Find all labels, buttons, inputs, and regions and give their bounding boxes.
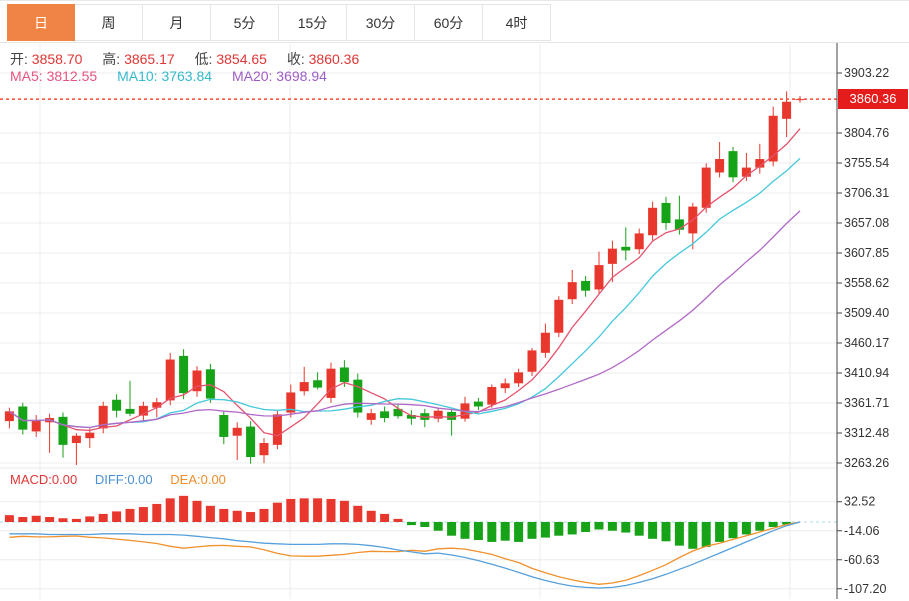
svg-text:3903.22: 3903.22 [844,66,889,80]
macd-label: MACD: [10,472,52,487]
dea-value: 0.00 [201,472,226,487]
ma-readout: MA5: 3812.55 MA10: 3763.84 MA20: 3698.94 [10,68,327,84]
svg-text:-107.20: -107.20 [844,582,886,596]
tab-timeframe-5[interactable]: 30分 [347,4,415,41]
svg-text:3263.26: 3263.26 [844,456,889,470]
low-label: 低: [195,51,213,67]
svg-text:3361.71: 3361.71 [844,396,889,410]
macd-value: 0.00 [52,472,77,487]
svg-text:3804.76: 3804.76 [844,126,889,140]
ma10-line [9,158,800,427]
svg-text:3460.17: 3460.17 [844,336,889,350]
candlesticks [5,91,805,465]
kline-chart-app: 日周月5分15分30分60分4时 3903.22 3804.76 3755.54 37… [0,0,909,601]
diff-label: DIFF: [95,472,128,487]
open-label: 开: [10,51,28,67]
open-value: 3858.70 [32,51,83,67]
svg-text:3657.08: 3657.08 [844,216,889,230]
svg-text:3312.48: 3312.48 [844,426,889,440]
tab-timeframe-0[interactable]: 日 [7,4,75,41]
svg-text:3755.54: 3755.54 [844,156,889,170]
ma5-line [9,129,800,436]
tab-timeframe-2[interactable]: 月 [143,4,211,41]
tab-timeframe-6[interactable]: 60分 [415,4,483,41]
svg-text:-14.06: -14.06 [844,524,879,538]
svg-text:3607.85: 3607.85 [844,246,889,260]
timeframe-tabs: 日周月5分15分30分60分4时 [7,4,551,42]
macd-readout: MACD:0.00 DIFF:0.00 DEA:0.00 [10,472,226,487]
chart-canvas[interactable]: 3903.22 3804.76 3755.54 3706.31 3657.08 3607.… [0,1,909,601]
svg-text:3410.94: 3410.94 [844,366,889,380]
svg-text:3509.40: 3509.40 [844,306,889,320]
svg-text:-60.63: -60.63 [844,553,879,567]
ma20-value: 3698.94 [276,68,327,84]
ma20-line [9,211,800,428]
tab-timeframe-7[interactable]: 4时 [483,4,551,41]
diff-value: 0.00 [127,472,152,487]
tab-timeframe-3[interactable]: 5分 [211,4,279,41]
ma20-label: MA20: [232,68,272,84]
close-value: 3860.36 [309,51,360,67]
ma5-label: MA5: [10,68,43,84]
tab-timeframe-1[interactable]: 周 [75,4,143,41]
dea-label: DEA: [170,472,200,487]
ma5-value: 3812.55 [47,68,98,84]
ma10-value: 3763.84 [161,68,212,84]
close-label: 收: [287,51,305,67]
tab-timeframe-4[interactable]: 15分 [279,4,347,41]
high-label: 高: [102,51,120,67]
timeframe-tab-bar: 日周月5分15分30分60分4时 [0,4,909,43]
high-value: 3865.17 [124,51,175,67]
ma-lines [9,129,800,436]
current-price-tag: 3860.36 [838,89,908,109]
svg-text:3706.31: 3706.31 [844,186,889,200]
low-value: 3854.65 [216,51,267,67]
svg-text:3558.62: 3558.62 [844,276,889,290]
svg-text:32.52: 32.52 [844,495,875,509]
ma10-label: MA10: [117,68,157,84]
price-axis: 3903.22 3804.76 3755.54 3706.31 3657.08 3607.… [837,43,889,599]
ohlc-readout: 开: 3858.70 高: 3865.17 低: 3854.65 收: 3860… [10,49,359,69]
